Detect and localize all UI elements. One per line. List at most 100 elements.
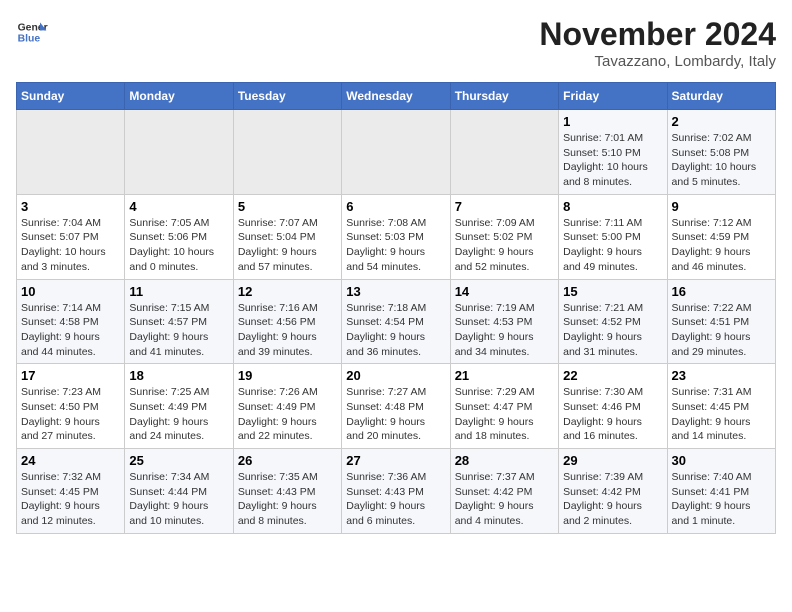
day-info: Sunrise: 7:26 AM Sunset: 4:49 PM Dayligh… — [238, 385, 337, 444]
day-info: Sunrise: 7:21 AM Sunset: 4:52 PM Dayligh… — [563, 301, 662, 360]
calendar-cell: 23Sunrise: 7:31 AM Sunset: 4:45 PM Dayli… — [667, 364, 775, 449]
day-number: 18 — [129, 368, 228, 383]
day-number: 28 — [455, 453, 554, 468]
day-info: Sunrise: 7:15 AM Sunset: 4:57 PM Dayligh… — [129, 301, 228, 360]
day-info: Sunrise: 7:08 AM Sunset: 5:03 PM Dayligh… — [346, 216, 445, 275]
calendar-cell: 2 Sunrise: 7:02 AM Sunset: 5:08 PM Daylig… — [667, 110, 775, 195]
day-info: Sunrise: 7:09 AM Sunset: 5:02 PM Dayligh… — [455, 216, 554, 275]
day-number: 21 — [455, 368, 554, 383]
day-info: Sunrise: 7:12 AM Sunset: 4:59 PM Dayligh… — [672, 216, 771, 275]
day-info: Sunrise: 7:31 AM Sunset: 4:45 PM Dayligh… — [672, 385, 771, 444]
day-info: Sunrise: 7:22 AM Sunset: 4:51 PM Dayligh… — [672, 301, 771, 360]
calendar-cell: 1Sunrise: 7:01 AM Sunset: 5:10 PM Daylig… — [559, 110, 667, 195]
day-info: Sunrise: 7:34 AM Sunset: 4:44 PM Dayligh… — [129, 470, 228, 529]
day-number: 25 — [129, 453, 228, 468]
day-info: Sunrise: 7:05 AM Sunset: 5:06 PM Dayligh… — [129, 216, 228, 275]
calendar-table: SundayMondayTuesdayWednesdayThursdayFrid… — [16, 82, 776, 534]
day-number: 11 — [129, 284, 228, 299]
calendar-cell: 8 Sunrise: 7:11 AM Sunset: 5:00 PM Daylig… — [559, 194, 667, 279]
calendar-cell: 18Sunrise: 7:25 AM Sunset: 4:49 PM Dayli… — [125, 364, 233, 449]
day-number: 22 — [563, 368, 662, 383]
day-number: 30 — [672, 453, 771, 468]
day-of-week-header: Thursday — [450, 83, 558, 110]
day-number: 24 — [21, 453, 120, 468]
calendar-cell: 6 Sunrise: 7:08 AM Sunset: 5:03 PM Daylig… — [342, 194, 450, 279]
day-info: Sunrise: 7:30 AM Sunset: 4:46 PM Dayligh… — [563, 385, 662, 444]
calendar-cell — [450, 110, 558, 195]
calendar-cell: 15 Sunrise: 7:21 AM Sunset: 4:52 PM Dayli… — [559, 279, 667, 364]
day-number: 14 — [455, 284, 554, 299]
calendar-cell: 4Sunrise: 7:05 AM Sunset: 5:06 PM Daylig… — [125, 194, 233, 279]
calendar-cell: 19 Sunrise: 7:26 AM Sunset: 4:49 PM Dayli… — [233, 364, 341, 449]
day-number: 27 — [346, 453, 445, 468]
day-number: 3 — [21, 199, 120, 214]
day-number: 29 — [563, 453, 662, 468]
day-number: 13 — [346, 284, 445, 299]
day-info: Sunrise: 7:37 AM Sunset: 4:42 PM Dayligh… — [455, 470, 554, 529]
calendar-cell — [125, 110, 233, 195]
calendar-cell: 22 Sunrise: 7:30 AM Sunset: 4:46 PM Dayli… — [559, 364, 667, 449]
calendar-cell: 13Sunrise: 7:18 AM Sunset: 4:54 PM Dayli… — [342, 279, 450, 364]
calendar-cell: 7 Sunrise: 7:09 AM Sunset: 5:02 PM Daylig… — [450, 194, 558, 279]
month-title: November 2024 — [539, 16, 776, 53]
day-info: Sunrise: 7:11 AM Sunset: 5:00 PM Dayligh… — [563, 216, 662, 275]
day-of-week-header: Tuesday — [233, 83, 341, 110]
calendar-cell: 26Sunrise: 7:35 AM Sunset: 4:43 PM Dayli… — [233, 449, 341, 534]
day-info: Sunrise: 7:04 AM Sunset: 5:07 PM Dayligh… — [21, 216, 120, 275]
day-info: Sunrise: 7:32 AM Sunset: 4:45 PM Dayligh… — [21, 470, 120, 529]
logo-icon: General Blue — [16, 16, 48, 48]
calendar-cell: 25 Sunrise: 7:34 AM Sunset: 4:44 PM Dayli… — [125, 449, 233, 534]
day-number: 20 — [346, 368, 445, 383]
day-number: 5 — [238, 199, 337, 214]
day-of-week-header: Monday — [125, 83, 233, 110]
day-of-week-header: Friday — [559, 83, 667, 110]
calendar-cell: 12 Sunrise: 7:16 AM Sunset: 4:56 PM Dayli… — [233, 279, 341, 364]
day-number: 9 — [672, 199, 771, 214]
day-number: 10 — [21, 284, 120, 299]
day-info: Sunrise: 7:27 AM Sunset: 4:48 PM Dayligh… — [346, 385, 445, 444]
calendar-cell: 27 Sunrise: 7:36 AM Sunset: 4:43 PM Dayli… — [342, 449, 450, 534]
calendar-cell: 3 Sunrise: 7:04 AM Sunset: 5:07 PM Daylig… — [17, 194, 125, 279]
calendar-week-row: 3 Sunrise: 7:04 AM Sunset: 5:07 PM Daylig… — [17, 194, 776, 279]
calendar-cell: 21 Sunrise: 7:29 AM Sunset: 4:47 PM Dayli… — [450, 364, 558, 449]
day-number: 7 — [455, 199, 554, 214]
day-of-week-header: Saturday — [667, 83, 775, 110]
calendar-week-row: 24 Sunrise: 7:32 AM Sunset: 4:45 PM Dayli… — [17, 449, 776, 534]
calendar-cell — [233, 110, 341, 195]
day-info: Sunrise: 7:35 AM Sunset: 4:43 PM Dayligh… — [238, 470, 337, 529]
day-number: 2 — [672, 114, 771, 129]
logo: General Blue — [16, 16, 48, 48]
location: Tavazzano, Lombardy, Italy — [539, 53, 776, 70]
calendar-cell: 10Sunrise: 7:14 AM Sunset: 4:58 PM Dayli… — [17, 279, 125, 364]
day-number: 1 — [563, 114, 662, 129]
day-info: Sunrise: 7:19 AM Sunset: 4:53 PM Dayligh… — [455, 301, 554, 360]
day-info: Sunrise: 7:02 AM Sunset: 5:08 PM Dayligh… — [672, 131, 771, 190]
day-number: 6 — [346, 199, 445, 214]
day-info: Sunrise: 7:40 AM Sunset: 4:41 PM Dayligh… — [672, 470, 771, 529]
day-info: Sunrise: 7:16 AM Sunset: 4:56 PM Dayligh… — [238, 301, 337, 360]
calendar-cell: 29Sunrise: 7:39 AM Sunset: 4:42 PM Dayli… — [559, 449, 667, 534]
day-number: 19 — [238, 368, 337, 383]
calendar-header-row: SundayMondayTuesdayWednesdayThursdayFrid… — [17, 83, 776, 110]
day-number: 15 — [563, 284, 662, 299]
day-of-week-header: Sunday — [17, 83, 125, 110]
page-header: General Blue November 2024 Tavazzano, Lo… — [16, 16, 776, 70]
calendar-cell: 30 Sunrise: 7:40 AM Sunset: 4:41 PM Dayli… — [667, 449, 775, 534]
day-info: Sunrise: 7:23 AM Sunset: 4:50 PM Dayligh… — [21, 385, 120, 444]
calendar-cell: 14 Sunrise: 7:19 AM Sunset: 4:53 PM Dayli… — [450, 279, 558, 364]
calendar-week-row: 10Sunrise: 7:14 AM Sunset: 4:58 PM Dayli… — [17, 279, 776, 364]
calendar-week-row: 17Sunrise: 7:23 AM Sunset: 4:50 PM Dayli… — [17, 364, 776, 449]
calendar-cell — [342, 110, 450, 195]
day-of-week-header: Wednesday — [342, 83, 450, 110]
day-info: Sunrise: 7:36 AM Sunset: 4:43 PM Dayligh… — [346, 470, 445, 529]
title-block: November 2024 Tavazzano, Lombardy, Italy — [539, 16, 776, 70]
calendar-cell: 28 Sunrise: 7:37 AM Sunset: 4:42 PM Dayli… — [450, 449, 558, 534]
calendar-cell: 11 Sunrise: 7:15 AM Sunset: 4:57 PM Dayli… — [125, 279, 233, 364]
calendar-cell — [17, 110, 125, 195]
calendar-cell: 5Sunrise: 7:07 AM Sunset: 5:04 PM Daylig… — [233, 194, 341, 279]
day-number: 16 — [672, 284, 771, 299]
day-number: 12 — [238, 284, 337, 299]
day-number: 8 — [563, 199, 662, 214]
day-info: Sunrise: 7:29 AM Sunset: 4:47 PM Dayligh… — [455, 385, 554, 444]
calendar-cell: 17Sunrise: 7:23 AM Sunset: 4:50 PM Dayli… — [17, 364, 125, 449]
